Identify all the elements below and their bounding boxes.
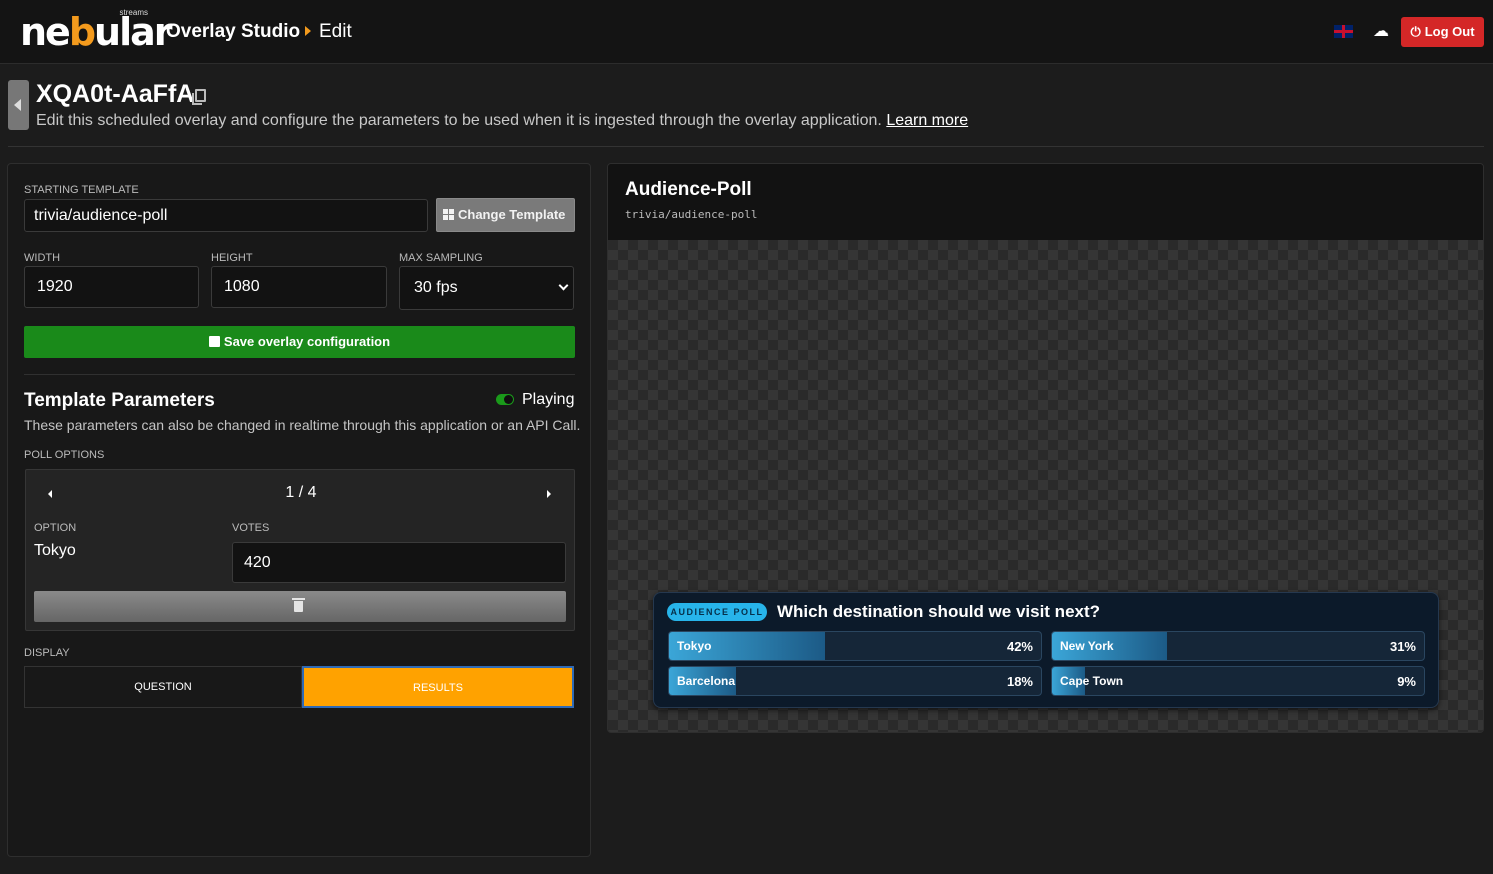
preview-title: Audience-Poll: [625, 179, 752, 200]
trash-icon: [292, 598, 305, 612]
section-divider: [24, 374, 575, 375]
height-field[interactable]: 1080: [211, 266, 387, 308]
poll-option-editor: 1 / 4 OPTION Tokyo VOTES 420: [25, 469, 575, 631]
poll-result-name: Barcelona: [677, 674, 736, 688]
height-label: HEIGHT: [211, 252, 253, 264]
poll-result-percent: 31%: [1389, 639, 1416, 654]
poll-badge: AUDIENCE POLL: [667, 603, 767, 621]
change-template-button[interactable]: Change Template: [436, 198, 575, 232]
chevron-down-icon: [558, 280, 569, 291]
config-panel: STARTING TEMPLATE trivia/audience-poll C…: [7, 163, 591, 857]
poll-question: Which destination should we visit next?: [777, 602, 1101, 621]
logo-sub: streams: [119, 8, 148, 17]
poll-result-percent: 42%: [1006, 639, 1033, 654]
max-sampling-select[interactable]: 30 fps: [399, 266, 574, 310]
display-label: DISPLAY: [24, 647, 70, 659]
learn-more-link[interactable]: Learn more: [886, 112, 968, 129]
audience-poll-overlay: AUDIENCE POLL Which destination should w…: [653, 592, 1439, 708]
copy-icon[interactable]: [192, 89, 206, 105]
width-field[interactable]: 1920: [24, 266, 199, 308]
upload-cloud-icon[interactable]: ☁: [1372, 23, 1390, 41]
logout-label: Log Out: [1424, 24, 1475, 39]
preview-template-path: trivia/audience-poll: [625, 208, 758, 221]
parameters-description: These parameters can also be changed in …: [24, 417, 581, 433]
starting-template-field[interactable]: trivia/audience-poll: [24, 199, 428, 232]
breadcrumb-current: Edit: [319, 21, 352, 42]
option-pager: 1 / 4: [285, 484, 317, 501]
preview-panel: Audience-Poll trivia/audience-poll AUDIE…: [607, 163, 1484, 733]
option-value[interactable]: Tokyo: [34, 542, 76, 560]
starting-template-label: STARTING TEMPLATE: [24, 184, 139, 196]
poll-result-bar: Barcelona 18%: [668, 666, 1042, 696]
preview-header: Audience-Poll trivia/audience-poll: [608, 164, 1483, 240]
power-icon: ⏻: [1410, 24, 1421, 39]
playing-toggle[interactable]: [496, 394, 514, 405]
next-option-icon[interactable]: [547, 490, 551, 498]
header-divider: [8, 146, 1484, 147]
overlay-id: XQA0t-AaFfA: [36, 80, 195, 108]
poll-result-bar: New York 31%: [1051, 631, 1425, 661]
display-question-button[interactable]: QUESTION: [24, 666, 302, 708]
poll-result-percent: 9%: [1397, 674, 1416, 689]
poll-result-percent: 18%: [1006, 674, 1033, 689]
max-sampling-label: MAX SAMPLING: [399, 252, 483, 264]
breadcrumb-arrow-icon: [305, 26, 311, 36]
max-sampling-value: 30 fps: [414, 279, 458, 296]
save-configuration-label: Save overlay configuration: [223, 334, 391, 349]
votes-field[interactable]: 420: [232, 542, 566, 583]
nebular-logo[interactable]: nebular streams: [20, 6, 172, 60]
description-text: Edit this scheduled overlay and configur…: [36, 112, 882, 129]
poll-options-label: POLL OPTIONS: [24, 449, 105, 461]
save-icon: [208, 336, 220, 347]
delete-option-button[interactable]: [34, 591, 566, 622]
grid-icon: [443, 209, 454, 220]
save-configuration-button[interactable]: Save overlay configuration: [24, 326, 575, 358]
poll-result-name: New York: [1060, 639, 1114, 653]
width-label: WIDTH: [24, 252, 61, 264]
poll-result-name: Tokyo: [677, 639, 712, 653]
page-description: Edit this scheduled overlay and configur…: [36, 112, 968, 130]
logout-button[interactable]: ⏻ Log Out: [1401, 17, 1484, 47]
poll-result-bar: Tokyo 42%: [668, 631, 1042, 661]
option-label: OPTION: [34, 522, 77, 534]
playing-label: Playing: [522, 391, 575, 408]
back-button[interactable]: [8, 80, 29, 130]
display-results-button[interactable]: RESULTS: [302, 666, 574, 708]
votes-label: VOTES: [232, 522, 270, 534]
app-title: Overlay Studio: [166, 21, 301, 42]
poll-result-bar: Cape Town 9%: [1051, 666, 1425, 696]
poll-result-name: Cape Town: [1060, 674, 1124, 688]
template-parameters-title: Template Parameters: [24, 390, 215, 411]
top-bar: nebular streams Overlay Studio Edit ☁ ⏻ L…: [0, 0, 1493, 64]
change-template-label: Change Template: [458, 207, 566, 222]
uk-flag-icon[interactable]: [1334, 25, 1353, 38]
